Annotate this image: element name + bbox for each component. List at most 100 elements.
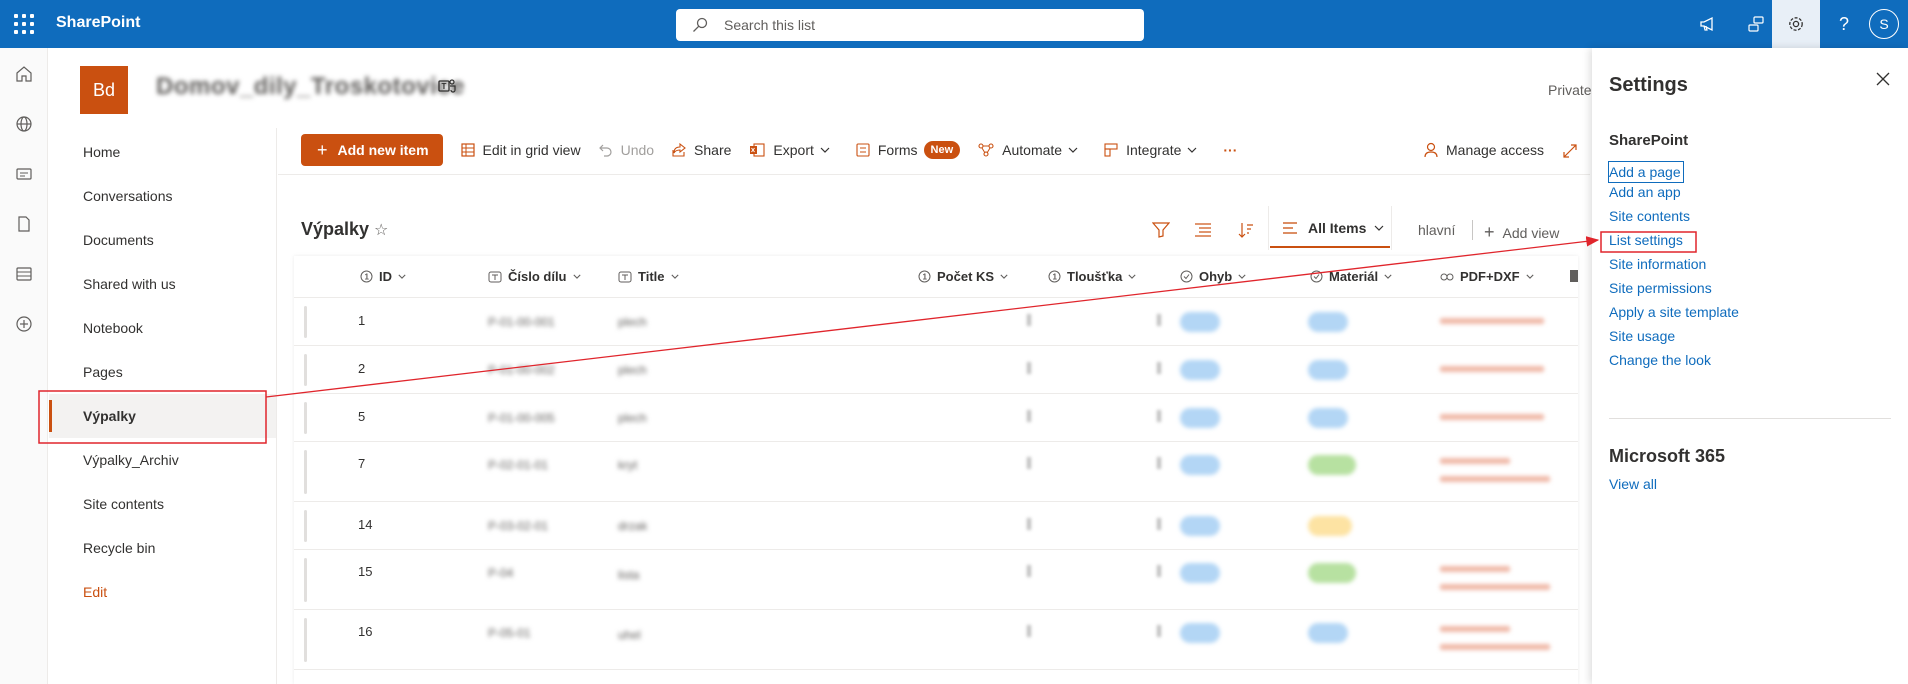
column-header-title[interactable]: Title — [618, 269, 685, 284]
view-all-items-tab[interactable]: All Items — [1270, 210, 1390, 248]
chevron-down-icon — [1384, 274, 1392, 279]
site-contents-link[interactable]: Site contents — [1609, 206, 1739, 230]
cell-pdf-link[interactable] — [1440, 318, 1544, 324]
cell-title[interactable]: plech — [618, 411, 647, 425]
cell-title[interactable]: kryt — [618, 458, 637, 472]
table-row[interactable]: 15 P-04 lista — [294, 550, 1578, 610]
cell-id: 14 — [358, 517, 373, 532]
cell-pdf-link[interactable] — [1440, 626, 1510, 632]
filter-icon[interactable] — [1152, 222, 1170, 238]
column-header-cislo-dilu[interactable]: Číslo dílu — [488, 269, 587, 284]
lists-icon[interactable] — [12, 262, 36, 286]
globe-icon[interactable] — [12, 112, 36, 136]
cell-pdf-link[interactable] — [1440, 458, 1510, 464]
export-button[interactable]: Export — [749, 142, 837, 158]
edit-grid-view-button[interactable]: Edit in grid view — [460, 142, 581, 158]
column-header-pocet-ks[interactable]: 1 Počet KS — [918, 269, 1014, 284]
search-box[interactable]: Search this list — [676, 9, 1144, 41]
nav-item-documents[interactable]: Documents — [49, 218, 277, 262]
close-icon[interactable] — [1876, 72, 1890, 86]
list-grid: 1 ID Číslo dílu Title 1 Počet KS 1 Tlouš… — [294, 256, 1578, 684]
share-button[interactable]: Share — [672, 142, 731, 158]
cell-title[interactable]: drzak — [618, 519, 647, 533]
site-logo[interactable]: Bd — [80, 66, 128, 114]
cell-tloustka — [1157, 314, 1161, 326]
grid-icon — [460, 143, 475, 157]
add-an-app-link[interactable]: Add an app — [1609, 182, 1739, 206]
column-header-material[interactable]: Materiál — [1310, 269, 1398, 284]
table-row[interactable]: 14 P-03-02-01 drzak — [294, 502, 1578, 550]
add-new-item-button[interactable]: + Add new item — [301, 134, 443, 166]
cell-title[interactable]: lista — [618, 568, 639, 582]
group-by-icon[interactable] — [1194, 222, 1212, 238]
site-name[interactable]: Domov_dily_Troskotovice — [156, 73, 465, 101]
nav-item-vypalky[interactable]: Výpalky — [49, 394, 277, 438]
account-button[interactable]: S — [1860, 0, 1908, 48]
add-a-page-link[interactable]: Add a page — [1608, 161, 1684, 183]
nav-item-shared-with-us[interactable]: Shared with us — [49, 262, 277, 306]
settings-gear-icon[interactable] — [1772, 0, 1820, 48]
suite-app-name[interactable]: SharePoint — [56, 14, 140, 32]
create-plus-icon[interactable] — [12, 312, 36, 336]
table-row[interactable]: 16 P-05-01 uhel — [294, 610, 1578, 670]
automate-button[interactable]: Automate — [978, 142, 1086, 158]
list-settings-link[interactable]: List settings — [1609, 230, 1739, 254]
integrate-button[interactable]: Integrate — [1104, 142, 1205, 158]
cell-pdf-link-2[interactable] — [1440, 584, 1550, 590]
site-usage-link[interactable]: Site usage — [1609, 326, 1739, 350]
teams-icon[interactable]: T — [438, 78, 456, 94]
view-tab-hlavni[interactable]: hlavní — [1418, 222, 1455, 238]
expand-icon[interactable] — [1562, 143, 1578, 159]
cell-title[interactable]: plech — [618, 363, 647, 377]
cell-title[interactable]: plech — [618, 315, 647, 329]
add-view-button[interactable]: + Add view — [1484, 222, 1559, 243]
site-permissions-link[interactable]: Site permissions — [1609, 278, 1739, 302]
cell-pdf-link[interactable] — [1440, 414, 1544, 420]
cell-ohyb-pill — [1180, 455, 1220, 475]
sort-icon[interactable] — [1238, 222, 1254, 238]
manage-access-button[interactable]: Manage access — [1424, 134, 1544, 166]
column-header-id[interactable]: 1 ID — [360, 269, 412, 284]
megaphone-icon[interactable] — [1684, 0, 1732, 48]
column-header-pdf-dxf[interactable]: PDF+DXF — [1440, 269, 1540, 284]
nav-item-site-contents[interactable]: Site contents — [49, 482, 277, 526]
table-row[interactable]: 1 P-01-00-001 plech — [294, 298, 1578, 346]
nav-item-vypalky-archiv[interactable]: Výpalky_Archiv — [49, 438, 277, 482]
table-row[interactable]: 7 P-02-01-01 kryt — [294, 442, 1578, 502]
cell-cislo-dilu: P-05-01 — [488, 626, 531, 640]
app-launcher-icon[interactable] — [14, 14, 34, 34]
cell-ohyb-pill — [1180, 408, 1220, 428]
site-information-link[interactable]: Site information — [1609, 254, 1739, 278]
home-icon[interactable] — [12, 62, 36, 86]
change-the-look-link[interactable]: Change the look — [1609, 350, 1739, 374]
nav-item-notebook[interactable]: Notebook — [49, 306, 277, 350]
news-icon[interactable] — [12, 162, 36, 186]
cell-tloustka — [1157, 565, 1161, 577]
apply-site-template-link[interactable]: Apply a site template — [1609, 302, 1739, 326]
chevron-down-icon — [670, 274, 679, 279]
forms-button[interactable]: Forms New — [856, 141, 961, 159]
nav-item-recycle-bin[interactable]: Recycle bin — [49, 526, 277, 570]
view-all-link[interactable]: View all — [1609, 476, 1657, 492]
document-icon[interactable] — [12, 212, 36, 236]
search-placeholder[interactable]: Search this list — [724, 17, 815, 33]
nav-item-pages[interactable]: Pages — [49, 350, 277, 394]
nav-item-conversations[interactable]: Conversations — [49, 174, 277, 218]
cell-pdf-link[interactable] — [1440, 566, 1510, 572]
undo-button[interactable]: Undo — [598, 142, 654, 158]
favorite-star-icon[interactable]: ☆ — [374, 220, 388, 240]
table-row[interactable]: 5 P-01-00-005 plech — [294, 394, 1578, 442]
chevron-down-icon — [1000, 274, 1008, 279]
cell-pdf-link[interactable] — [1440, 366, 1544, 372]
cell-pocet-ks — [1027, 565, 1031, 577]
nav-edit-link[interactable]: Edit — [49, 570, 277, 614]
cell-pdf-link-2[interactable] — [1440, 476, 1550, 482]
cell-pdf-link-2[interactable] — [1440, 644, 1550, 650]
column-header-tloustka[interactable]: 1 Tloušťka — [1048, 269, 1142, 284]
nav-item-home[interactable]: Home — [49, 130, 277, 174]
table-row[interactable]: 2 P-01-00-002 plech — [294, 346, 1578, 394]
more-commands-button[interactable]: ··· — [1223, 142, 1237, 158]
plus-icon: + — [317, 139, 328, 160]
cell-title[interactable]: uhel — [618, 628, 641, 642]
column-header-ohyb[interactable]: Ohyb — [1180, 269, 1252, 284]
